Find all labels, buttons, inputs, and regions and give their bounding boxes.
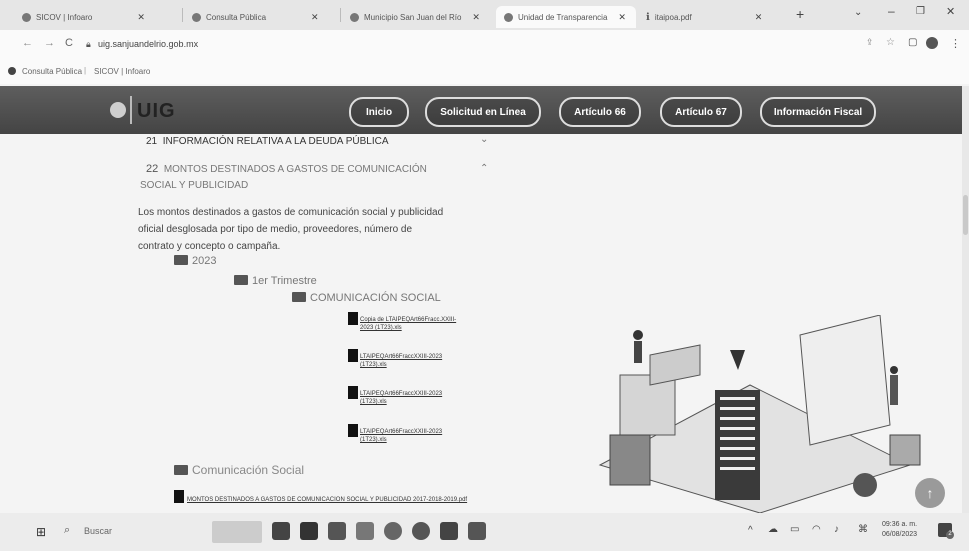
minimize-icon[interactable]: –	[888, 4, 895, 18]
section-21-header[interactable]: 21 INFORMACIÓN RELATIVA A LA DEUDA PÚBLI…	[146, 136, 389, 147]
close-tab-icon[interactable]: ✕	[137, 12, 145, 23]
new-tab-button[interactable]: +	[796, 6, 804, 22]
logo-emblem-icon	[110, 102, 126, 118]
close-tab-icon[interactable]: ✕	[472, 12, 480, 23]
file-link[interactable]: LTAIPEQArt66FraccXXIII-2023 (1T23).xls	[360, 353, 442, 369]
page-scrollbar[interactable]	[962, 86, 969, 513]
scroll-to-top-button[interactable]: ↑	[915, 478, 945, 508]
document-icon	[22, 12, 31, 22]
search-icon[interactable]: ⌕	[64, 524, 70, 537]
pdf-icon: ℹ	[646, 11, 650, 23]
bookmark-item[interactable]: SICOV | Infoaro	[94, 67, 150, 76]
file-link[interactable]: LTAIPEQArt66FraccXXIII-2023 (1T23).xls	[360, 390, 442, 406]
folder-2023[interactable]: 2023	[174, 255, 216, 267]
battery-icon[interactable]: ▭	[790, 524, 799, 535]
scrollbar-thumb[interactable]	[963, 195, 968, 235]
url-field[interactable]: uig.sanjuandelrio.gob.mx	[98, 39, 198, 49]
file-icon	[348, 349, 358, 362]
notification-badge: 2	[946, 531, 954, 539]
nav-articulo-67-button[interactable]: Artículo 67	[660, 97, 742, 127]
close-tab-icon[interactable]: ✕	[618, 12, 626, 23]
windows-start-icon[interactable]: ⊞	[36, 525, 46, 539]
section-22-header-line2: SOCIAL Y PUBLICIDAD	[140, 180, 249, 191]
file-icon	[348, 386, 358, 399]
menu-dots-icon[interactable]: ⋮	[950, 37, 961, 50]
folder-comunicacion-social-2[interactable]: Comunicación Social	[174, 463, 304, 477]
site-header: UIG Inicio Solicitud en Línea Artículo 6…	[0, 86, 962, 134]
crest-icon	[350, 12, 359, 22]
site-logo[interactable]: UIG	[137, 100, 176, 123]
globe-icon	[192, 12, 201, 22]
taskbar-search-input[interactable]: Buscar	[84, 526, 112, 536]
folder-icon	[292, 292, 306, 302]
folder-1er-trimestre[interactable]: 1er Trimestre	[234, 275, 317, 287]
address-bar-row: ← → C 🔒︎ uig.sanjuandelrio.gob.mx ⇪ ☆ ▢ …	[0, 30, 969, 60]
mail-icon[interactable]	[328, 522, 346, 540]
file-explorer-icon[interactable]	[356, 522, 374, 540]
forward-arrow-icon[interactable]: →	[44, 37, 55, 49]
word-icon[interactable]	[440, 522, 458, 540]
close-tab-icon[interactable]: ✕	[311, 12, 319, 23]
file-icon	[174, 490, 184, 503]
tower-building	[715, 390, 760, 500]
section-description: Los montos destinados a gastos de comuni…	[138, 207, 444, 252]
folder-icon	[174, 255, 188, 265]
edge-icon[interactable]	[384, 522, 402, 540]
windows-taskbar: ⊞ ⌕ Buscar ^ ☁ ▭ ◠ ♪ ⌘ 09:36 a. m. 06/08…	[0, 513, 969, 551]
folder-icon	[234, 275, 248, 285]
wifi-icon[interactable]: ◠	[812, 524, 821, 535]
lock-icon: 🔒︎	[86, 39, 91, 49]
back-arrow-icon[interactable]: ←	[22, 37, 33, 49]
chevron-down-icon[interactable]: ⌄	[480, 134, 488, 145]
file-link-pdf[interactable]: MONTOS DESTINADOS A GASTOS DE COMUNICACI…	[187, 496, 497, 504]
file-link[interactable]: LTAIPEQArt66FraccXXIII-2023 (1T23).xls	[360, 428, 442, 444]
bookmarks-bar: Consulta Pública | SICOV | Infoaro	[0, 60, 969, 84]
crest-icon	[504, 12, 513, 22]
onedrive-icon[interactable]: ☁	[768, 524, 778, 535]
tray-chevron-up-icon[interactable]: ^	[748, 525, 753, 536]
close-tab-icon[interactable]: ✕	[755, 12, 763, 23]
section-22-header[interactable]: 22 MONTOS DESTINADOS A GASTOS DE COMUNIC…	[146, 163, 427, 175]
lighthouse-widget-icon[interactable]	[212, 521, 262, 543]
maximize-icon[interactable]: ❐	[916, 6, 925, 17]
folder-icon	[174, 465, 188, 475]
file-link[interactable]: Copia de LTAIPEQArt66Fracc.XXIII- 2023 (1…	[360, 316, 456, 332]
task-view-icon[interactable]	[272, 522, 290, 540]
file-icon	[348, 312, 358, 325]
nav-articulo-66-button[interactable]: Artículo 66	[559, 97, 641, 127]
browser-tab[interactable]: SICOV | Infoaro ✕	[22, 6, 162, 28]
globe-icon	[8, 67, 16, 75]
sidebar-icon[interactable]: ▢	[908, 37, 917, 48]
close-window-icon[interactable]: ✕	[946, 5, 955, 18]
nav-informacion-fiscal-button[interactable]: Información Fiscal	[760, 97, 876, 127]
language-icon[interactable]: ⌘	[858, 524, 868, 535]
star-icon[interactable]: ☆	[886, 37, 895, 48]
profile-avatar[interactable]	[926, 37, 938, 49]
store-icon[interactable]	[300, 522, 318, 540]
volume-icon[interactable]: ♪	[834, 524, 839, 535]
browser-tab-active[interactable]: Unidad de Transparencia ✕	[496, 6, 636, 28]
nav-inicio-button[interactable]: Inicio	[349, 97, 409, 127]
share-icon[interactable]: ⇪	[866, 37, 874, 48]
browser-tab[interactable]: Municipio San Juan del Río ✕	[350, 6, 500, 28]
taskbar-clock[interactable]: 09:36 a. m. 06/08/2023	[882, 520, 917, 540]
city-illustration	[598, 315, 921, 513]
browser-tab[interactable]: Consulta Pública ✕	[192, 6, 332, 28]
folder-comunicacion-social[interactable]: COMUNICACIÓN SOCIAL	[292, 292, 441, 304]
chevron-up-icon[interactable]: ⌃	[480, 163, 488, 174]
reload-icon[interactable]: C	[65, 37, 73, 49]
file-icon	[348, 424, 358, 437]
browser-tab-bar: SICOV | Infoaro ✕ Consulta Pública ✕ Mun…	[0, 0, 969, 30]
nav-solicitud-button[interactable]: Solicitud en Línea	[425, 97, 541, 127]
bookmark-item[interactable]: Consulta Pública	[22, 67, 82, 76]
excel-icon[interactable]	[468, 522, 486, 540]
chrome-icon[interactable]	[412, 522, 430, 540]
tab-list-chevron-icon[interactable]: ⌄	[854, 7, 862, 18]
browser-tab[interactable]: ℹ itaipoa.pdf ✕	[646, 6, 776, 28]
